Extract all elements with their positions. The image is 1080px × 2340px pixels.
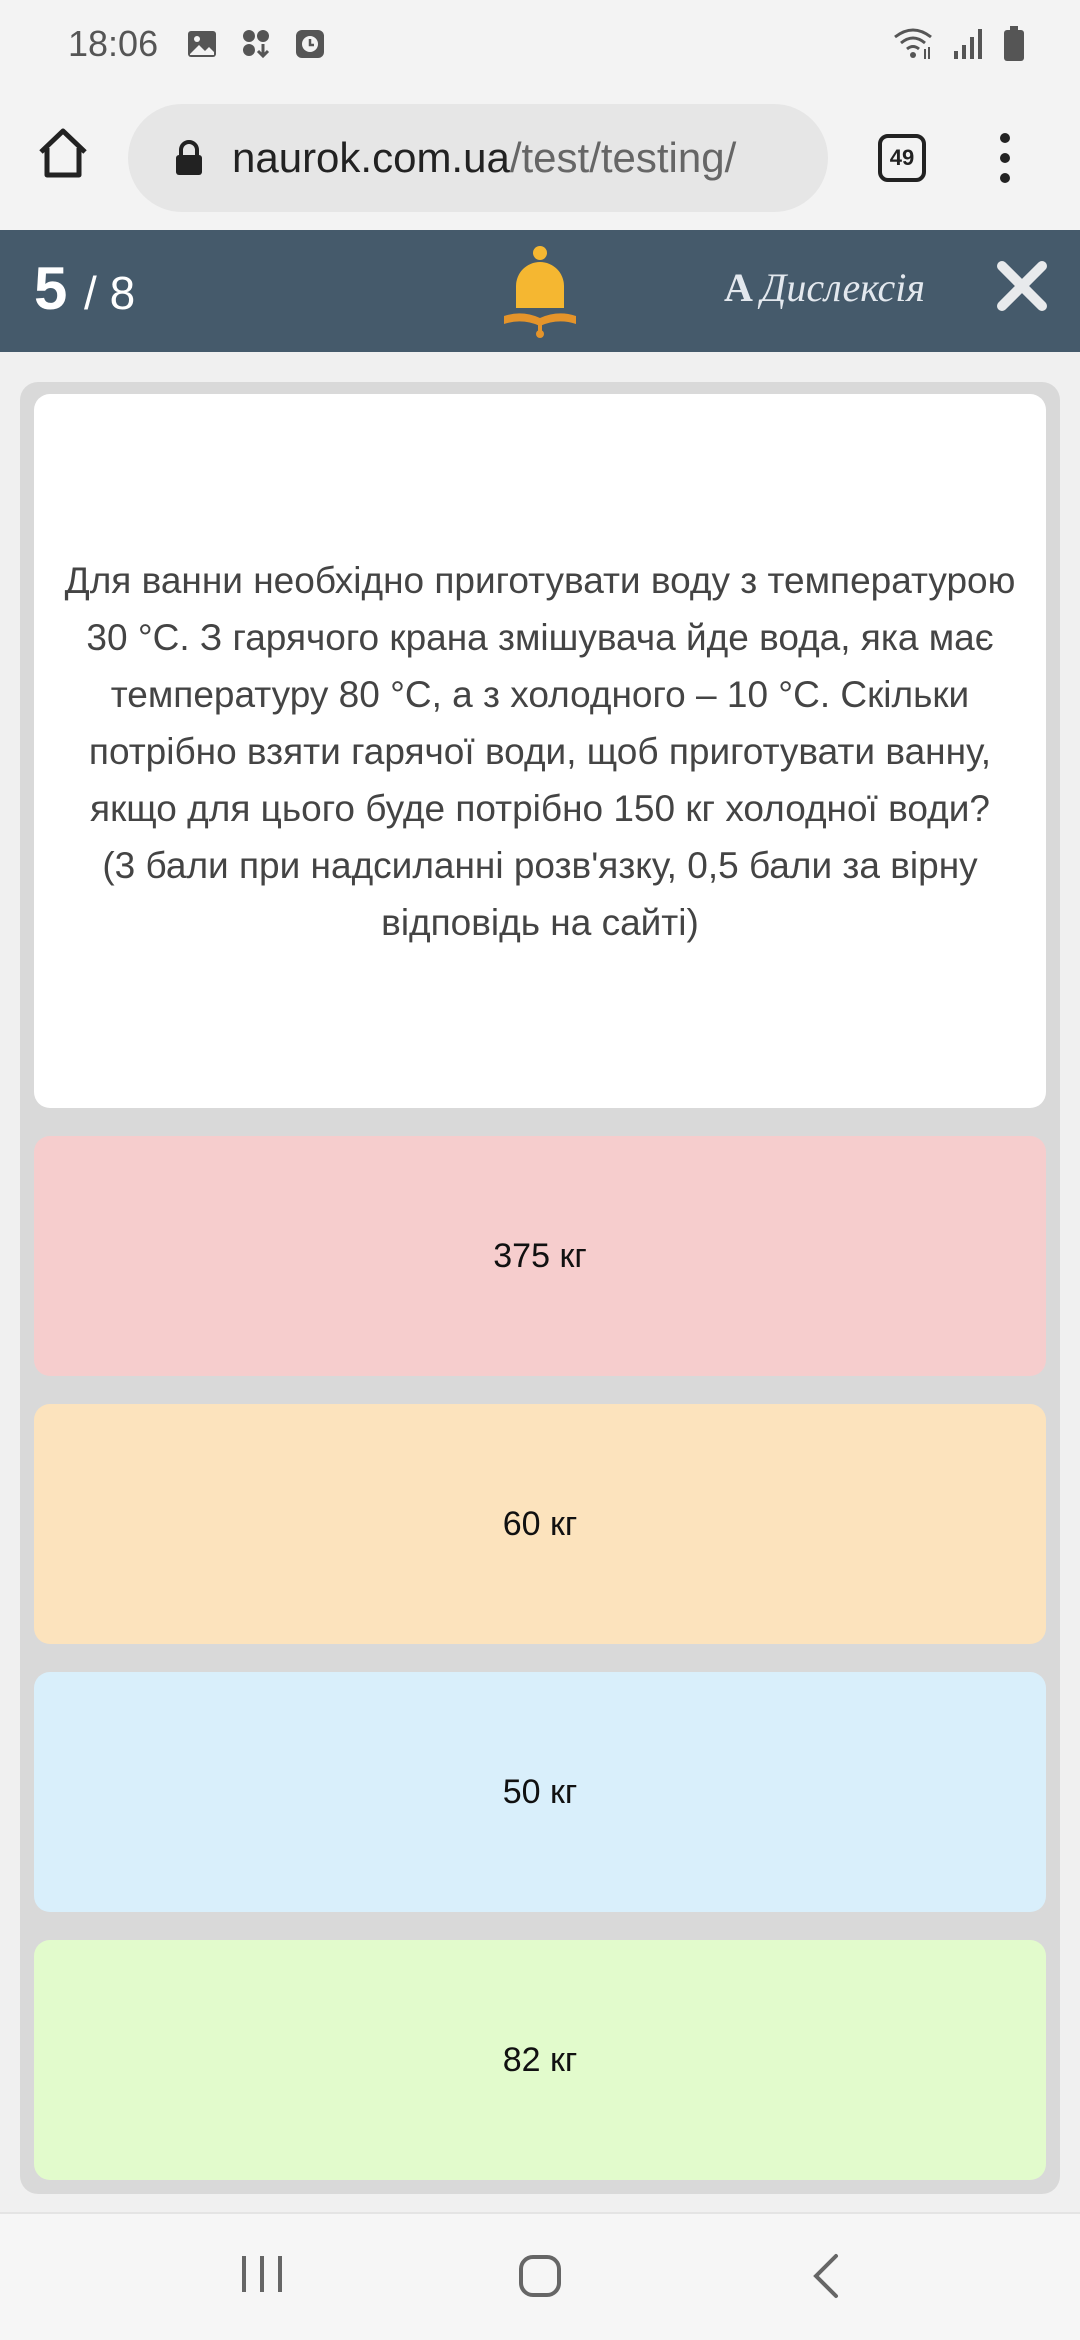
- answer-option-3[interactable]: 50 кг: [34, 1672, 1046, 1912]
- answer-option-2[interactable]: 60 кг: [34, 1404, 1046, 1644]
- answer-label: 60 кг: [502, 1504, 578, 1543]
- system-navigation-bar: [0, 2212, 1080, 2340]
- dyslexia-toggle[interactable]: A Дислексія: [724, 264, 925, 311]
- close-icon[interactable]: [996, 260, 1048, 312]
- back-icon[interactable]: [810, 2252, 840, 2300]
- battery-icon: [1004, 26, 1024, 61]
- more-options-icon[interactable]: [990, 130, 1020, 186]
- signal-icon: [954, 29, 982, 59]
- question-counter: 5 / 8: [34, 254, 135, 323]
- system-icons: [892, 26, 1026, 62]
- dyslexia-label: Дислексія: [760, 265, 925, 310]
- question-text: Для ванни необхідно приготувати воду з т…: [64, 559, 1016, 829]
- notification-icons: [186, 28, 326, 60]
- url-path: /test/testing/: [509, 134, 737, 181]
- tab-switcher-button[interactable]: 49: [878, 134, 926, 182]
- recent-apps-icon[interactable]: [238, 2254, 286, 2294]
- url-text: naurok.com.ua/test/testing/: [232, 134, 736, 182]
- question-note: (3 бали при надсиланні розв'язку, 0,5 ба…: [102, 844, 978, 943]
- status-bar: 18:06: [0, 0, 1080, 88]
- home-icon[interactable]: [36, 126, 90, 180]
- status-time: 18:06: [68, 23, 159, 64]
- url-domain: naurok.com.ua: [232, 134, 510, 181]
- answer-label: 375 кг: [493, 1236, 587, 1275]
- lock-icon: [176, 140, 202, 175]
- browser-toolbar: naurok.com.ua/test/testing/ 49: [0, 88, 1080, 230]
- tab-count: 49: [889, 145, 915, 170]
- current-question-number: 5: [34, 255, 68, 322]
- question-card: Для ванни необхідно приготувати воду з т…: [34, 394, 1046, 1108]
- total-questions: / 8: [84, 267, 136, 319]
- answer-option-4[interactable]: 82 кг: [34, 1940, 1046, 2180]
- answer-option-1[interactable]: 375 кг: [34, 1136, 1046, 1376]
- download-icon: [243, 30, 270, 59]
- address-bar[interactable]: naurok.com.ua/test/testing/: [128, 104, 828, 212]
- answer-label: 50 кг: [502, 1772, 578, 1811]
- home-nav-icon[interactable]: [518, 2254, 562, 2298]
- image-icon: [188, 31, 217, 57]
- wifi-icon: [894, 28, 932, 59]
- bell-book-icon[interactable]: [500, 244, 580, 340]
- dyslexia-a-glyph: A: [724, 265, 753, 310]
- answer-label: 82 кг: [502, 2040, 578, 2079]
- quiz-header: 5 / 8 A Дислексія: [0, 230, 1080, 352]
- clock-app-icon: [296, 30, 325, 58]
